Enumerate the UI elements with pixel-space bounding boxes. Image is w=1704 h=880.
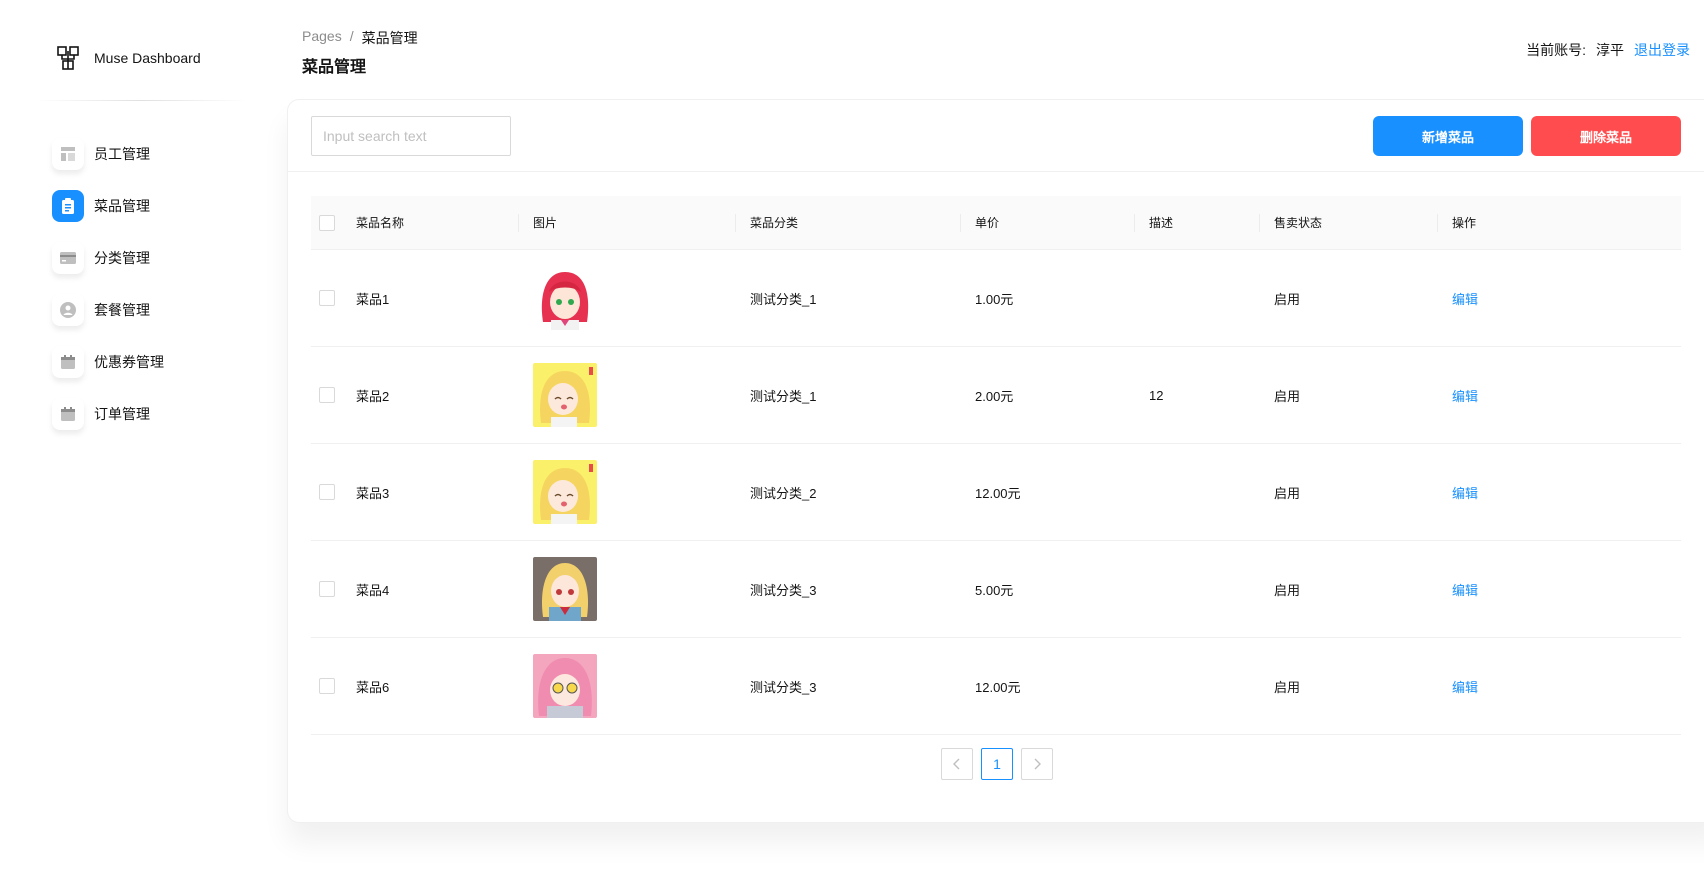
search-input[interactable] <box>311 116 511 156</box>
dish-price: 12.00元 <box>975 485 1021 501</box>
calendar-icon <box>52 346 84 378</box>
col-header-status[interactable]: 售卖状态 <box>1274 196 1322 249</box>
card-icon <box>52 242 84 274</box>
toolbar: 新增菜品 删除菜品 <box>288 100 1704 172</box>
edit-link[interactable]: 编辑 <box>1452 444 1478 540</box>
dish-price: 12.00元 <box>975 679 1021 695</box>
dish-image <box>533 654 597 718</box>
dish-table: 菜品名称 图片 菜品分类 单价 描述 售卖状态 操作 菜品1 测试分类_1 1.… <box>311 196 1681 735</box>
row-checkbox[interactable] <box>319 387 335 403</box>
chevron-left-icon <box>953 758 960 770</box>
col-header-price[interactable]: 单价 <box>975 196 999 249</box>
dish-image <box>533 460 597 524</box>
sidebar-item-dishes[interactable]: 菜品管理 <box>52 180 164 232</box>
table-row: 菜品2 测试分类_1 2.00元 12 启用 编辑 <box>311 347 1681 444</box>
sidebar-item-staff[interactable]: 员工管理 <box>52 128 164 180</box>
row-checkbox[interactable] <box>319 581 335 597</box>
table-row: 菜品4 测试分类_3 5.00元 启用 编辑 <box>311 541 1681 638</box>
edit-link[interactable]: 编辑 <box>1452 250 1478 346</box>
dish-name: 菜品6 <box>356 679 390 695</box>
col-header-image[interactable]: 图片 <box>533 196 557 249</box>
dish-table-card: 新增菜品 删除菜品 菜品名称 图片 菜品分类 单价 描述 售卖状态 操作 菜品1 <box>287 99 1704 823</box>
dish-status: 启用 <box>1274 291 1301 307</box>
sidebar-item-label: 订单管理 <box>94 406 150 422</box>
edit-link[interactable]: 编辑 <box>1452 347 1478 443</box>
breadcrumb: Pages / 菜品管理 <box>302 28 418 48</box>
dish-image <box>533 557 597 621</box>
dish-status: 启用 <box>1274 582 1301 598</box>
sidebar-item-coupons[interactable]: 优惠券管理 <box>52 336 164 388</box>
table-row: 菜品6 测试分类_3 12.00元 启用 编辑 <box>311 638 1681 735</box>
brand[interactable]: Muse Dashboard <box>56 44 201 72</box>
dish-category: 测试分类_1 <box>750 388 817 404</box>
dish-image <box>533 363 597 427</box>
sidebar: Muse Dashboard 员工管理 菜品管理 分类管理 套餐管理 优惠券管理… <box>0 0 258 880</box>
col-header-action: 操作 <box>1452 216 1477 230</box>
col-header-name[interactable]: 菜品名称 <box>356 196 404 249</box>
edit-link[interactable]: 编辑 <box>1452 638 1478 734</box>
sidebar-item-combos[interactable]: 套餐管理 <box>52 284 164 336</box>
logo-icon <box>57 46 79 70</box>
table-header: 菜品名称 图片 菜品分类 单价 描述 售卖状态 操作 <box>311 196 1681 250</box>
table-row: 菜品1 测试分类_1 1.00元 启用 编辑 <box>311 250 1681 347</box>
delete-dish-button[interactable]: 删除菜品 <box>1531 116 1681 156</box>
logout-link[interactable]: 退出登录 <box>1634 40 1690 60</box>
account-info: 当前账号: 淳平 退出登录 <box>1526 40 1690 60</box>
pagination: 1 <box>941 748 1053 780</box>
dish-description: 12 <box>1149 387 1164 403</box>
breadcrumb-root[interactable]: Pages <box>302 28 342 48</box>
sidebar-nav: 员工管理 菜品管理 分类管理 套餐管理 优惠券管理 订单管理 <box>52 128 164 440</box>
account-username: 淳平 <box>1596 42 1624 58</box>
prev-page-button[interactable] <box>941 748 973 780</box>
table-row: 菜品3 测试分类_2 12.00元 启用 编辑 <box>311 444 1681 541</box>
dish-price: 1.00元 <box>975 291 1014 307</box>
user-circle-icon <box>52 294 84 326</box>
dish-status: 启用 <box>1274 388 1301 404</box>
breadcrumb-separator: / <box>349 28 354 44</box>
dish-price: 2.00元 <box>975 388 1014 404</box>
edit-link[interactable]: 编辑 <box>1452 541 1478 637</box>
sidebar-item-orders[interactable]: 订单管理 <box>52 388 164 440</box>
sidebar-item-label: 优惠券管理 <box>94 354 164 370</box>
sidebar-item-label: 员工管理 <box>94 146 150 162</box>
dish-name: 菜品1 <box>356 291 390 307</box>
clipboard-icon <box>52 190 84 222</box>
calendar-icon <box>52 398 84 430</box>
layout-icon <box>52 138 84 170</box>
row-checkbox[interactable] <box>319 484 335 500</box>
dish-status: 启用 <box>1274 679 1301 695</box>
dish-image <box>533 266 597 330</box>
page-title: 菜品管理 <box>302 59 367 76</box>
dish-category: 测试分类_3 <box>750 679 817 695</box>
dish-name: 菜品2 <box>356 388 390 404</box>
next-page-button[interactable] <box>1021 748 1053 780</box>
dish-category: 测试分类_1 <box>750 291 817 307</box>
dish-price: 5.00元 <box>975 582 1014 598</box>
dish-name: 菜品3 <box>356 485 390 501</box>
dish-status: 启用 <box>1274 485 1301 501</box>
page-number[interactable]: 1 <box>981 748 1013 780</box>
sidebar-item-categories[interactable]: 分类管理 <box>52 232 164 284</box>
col-header-category[interactable]: 菜品分类 <box>750 196 798 249</box>
dish-category: 测试分类_2 <box>750 485 817 501</box>
add-dish-button[interactable]: 新增菜品 <box>1373 116 1523 156</box>
select-all-checkbox[interactable] <box>319 214 335 231</box>
chevron-right-icon <box>1034 758 1041 770</box>
dish-category: 测试分类_3 <box>750 582 817 598</box>
breadcrumb-current: 菜品管理 <box>361 30 418 46</box>
dish-name: 菜品4 <box>356 582 390 598</box>
row-checkbox[interactable] <box>319 290 335 306</box>
account-label: 当前账号: <box>1526 42 1586 58</box>
brand-divider <box>36 100 248 101</box>
brand-name: Muse Dashboard <box>94 50 201 66</box>
row-checkbox[interactable] <box>319 678 335 694</box>
sidebar-item-label: 套餐管理 <box>94 302 150 318</box>
col-header-description[interactable]: 描述 <box>1149 196 1173 249</box>
sidebar-item-label: 菜品管理 <box>94 198 150 214</box>
sidebar-item-label: 分类管理 <box>94 250 150 266</box>
